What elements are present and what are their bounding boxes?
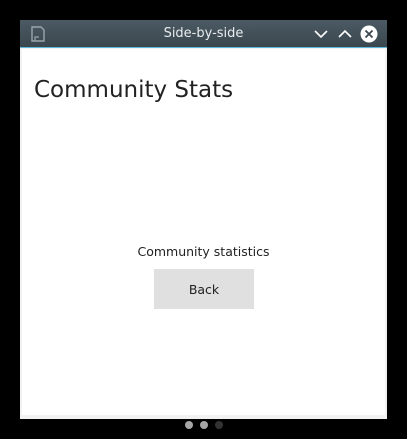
chevron-down-icon[interactable] (312, 25, 330, 43)
back-button[interactable]: Back (154, 269, 254, 309)
app-window: Side-by-side Community Stats Community s… (20, 20, 387, 429)
page-dot-3-active[interactable] (215, 421, 223, 429)
page-title: Community Stats (34, 77, 234, 103)
page-description: Community statistics (137, 244, 270, 259)
page-indicator (185, 421, 223, 431)
page-content: Community Stats Community statistics Bac… (22, 49, 385, 429)
window-title: Side-by-side (163, 26, 244, 41)
page-dot-2[interactable] (200, 421, 208, 429)
page-dot-1[interactable] (185, 421, 193, 429)
title-bar[interactable]: Side-by-side (20, 20, 387, 48)
chevron-up-icon[interactable] (336, 25, 354, 43)
close-icon[interactable] (360, 25, 378, 43)
